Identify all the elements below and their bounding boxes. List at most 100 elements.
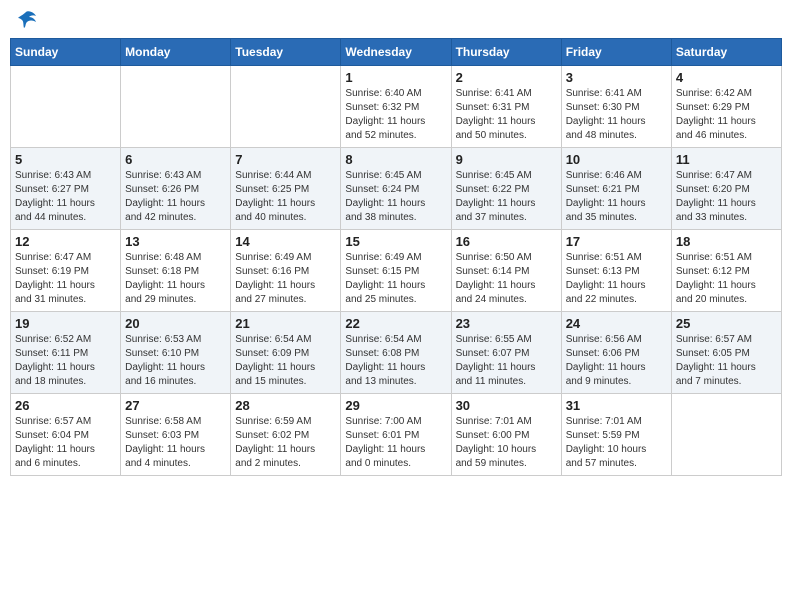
- day-info: Sunrise: 6:45 AM Sunset: 6:24 PM Dayligh…: [345, 169, 446, 225]
- weekday-header-row: SundayMondayTuesdayWednesdayThursdayFrid…: [11, 39, 782, 66]
- day-number: 20: [125, 316, 226, 331]
- day-cell: 15Sunrise: 6:49 AM Sunset: 6:15 PM Dayli…: [341, 230, 451, 312]
- day-cell: 1 Sunrise: 6:40 AM Sunset: 6:32 PM Daylig…: [341, 66, 451, 148]
- weekday-header-tuesday: Tuesday: [231, 39, 341, 66]
- day-info: Sunrise: 6:41 AM Sunset: 6:31 PM Dayligh…: [456, 87, 557, 143]
- day-info: Sunrise: 6:57 AM Sunset: 6:05 PM Dayligh…: [676, 333, 777, 389]
- day-number: 13: [125, 234, 226, 249]
- day-info: Sunrise: 6:49 AM Sunset: 6:16 PM Dayligh…: [235, 251, 336, 307]
- day-info: Sunrise: 6:50 AM Sunset: 6:14 PM Dayligh…: [456, 251, 557, 307]
- week-row-4: 19 Sunrise: 6:52 AM Sunset: 6:11 PM Dayli…: [11, 312, 782, 394]
- day-cell: 4Sunrise: 6:42 AM Sunset: 6:29 PM Daylig…: [671, 66, 781, 148]
- week-row-3: 12 Sunrise: 6:47 AM Sunset: 6:19 PM Dayli…: [11, 230, 782, 312]
- week-row-1: 1 Sunrise: 6:40 AM Sunset: 6:32 PM Daylig…: [11, 66, 782, 148]
- day-info: Sunrise: 6:45 AM Sunset: 6:22 PM Dayligh…: [456, 169, 557, 225]
- weekday-header-monday: Monday: [121, 39, 231, 66]
- day-number: 2: [456, 70, 557, 85]
- day-cell: [231, 66, 341, 148]
- header: [10, 10, 782, 30]
- day-number: 24: [566, 316, 667, 331]
- day-cell: 17 Sunrise: 6:51 AM Sunset: 6:13 PM Dayli…: [561, 230, 671, 312]
- day-number: 22: [345, 316, 446, 331]
- logo: [14, 10, 38, 30]
- day-cell: 23 Sunrise: 6:55 AM Sunset: 6:07 PM Dayli…: [451, 312, 561, 394]
- day-cell: 16 Sunrise: 6:50 AM Sunset: 6:14 PM Dayli…: [451, 230, 561, 312]
- day-number: 11: [676, 152, 777, 167]
- day-number: 23: [456, 316, 557, 331]
- day-number: 25: [676, 316, 777, 331]
- day-number: 1: [345, 70, 446, 85]
- day-cell: 5 Sunrise: 6:43 AM Sunset: 6:27 PM Daylig…: [11, 148, 121, 230]
- day-number: 6: [125, 152, 226, 167]
- logo-bird-icon: [16, 10, 38, 30]
- week-row-2: 5 Sunrise: 6:43 AM Sunset: 6:27 PM Daylig…: [11, 148, 782, 230]
- day-info: Sunrise: 7:01 AM Sunset: 5:59 PM Dayligh…: [566, 415, 667, 471]
- day-info: Sunrise: 6:51 AM Sunset: 6:13 PM Dayligh…: [566, 251, 667, 307]
- day-cell: 31 Sunrise: 7:01 AM Sunset: 5:59 PM Dayli…: [561, 394, 671, 476]
- day-cell: 20 Sunrise: 6:53 AM Sunset: 6:10 PM Dayli…: [121, 312, 231, 394]
- day-number: 12: [15, 234, 116, 249]
- day-info: Sunrise: 6:40 AM Sunset: 6:32 PM Dayligh…: [345, 87, 446, 143]
- day-info: Sunrise: 6:52 AM Sunset: 6:11 PM Dayligh…: [15, 333, 116, 389]
- day-info: Sunrise: 6:48 AM Sunset: 6:18 PM Dayligh…: [125, 251, 226, 307]
- day-number: 18: [676, 234, 777, 249]
- day-info: Sunrise: 6:47 AM Sunset: 6:19 PM Dayligh…: [15, 251, 116, 307]
- day-cell: 8Sunrise: 6:45 AM Sunset: 6:24 PM Daylig…: [341, 148, 451, 230]
- day-info: Sunrise: 6:44 AM Sunset: 6:25 PM Dayligh…: [235, 169, 336, 225]
- day-number: 7: [235, 152, 336, 167]
- day-cell: 30 Sunrise: 7:01 AM Sunset: 6:00 PM Dayli…: [451, 394, 561, 476]
- week-row-5: 26 Sunrise: 6:57 AM Sunset: 6:04 PM Dayli…: [11, 394, 782, 476]
- day-cell: 7 Sunrise: 6:44 AM Sunset: 6:25 PM Daylig…: [231, 148, 341, 230]
- day-cell: [121, 66, 231, 148]
- day-number: 15: [345, 234, 446, 249]
- day-number: 31: [566, 398, 667, 413]
- day-cell: 25 Sunrise: 6:57 AM Sunset: 6:05 PM Dayli…: [671, 312, 781, 394]
- day-number: 29: [345, 398, 446, 413]
- day-info: Sunrise: 6:43 AM Sunset: 6:26 PM Dayligh…: [125, 169, 226, 225]
- day-cell: 28Sunrise: 6:59 AM Sunset: 6:02 PM Dayli…: [231, 394, 341, 476]
- day-number: 21: [235, 316, 336, 331]
- day-cell: [11, 66, 121, 148]
- weekday-header-friday: Friday: [561, 39, 671, 66]
- day-cell: 11 Sunrise: 6:47 AM Sunset: 6:20 PM Dayli…: [671, 148, 781, 230]
- day-number: 9: [456, 152, 557, 167]
- day-number: 16: [456, 234, 557, 249]
- day-number: 10: [566, 152, 667, 167]
- day-cell: 27Sunrise: 6:58 AM Sunset: 6:03 PM Dayli…: [121, 394, 231, 476]
- day-cell: 18Sunrise: 6:51 AM Sunset: 6:12 PM Dayli…: [671, 230, 781, 312]
- day-info: Sunrise: 6:55 AM Sunset: 6:07 PM Dayligh…: [456, 333, 557, 389]
- day-number: 19: [15, 316, 116, 331]
- day-cell: 2 Sunrise: 6:41 AM Sunset: 6:31 PM Daylig…: [451, 66, 561, 148]
- day-cell: 6 Sunrise: 6:43 AM Sunset: 6:26 PM Daylig…: [121, 148, 231, 230]
- day-info: Sunrise: 6:57 AM Sunset: 6:04 PM Dayligh…: [15, 415, 116, 471]
- day-cell: 10 Sunrise: 6:46 AM Sunset: 6:21 PM Dayli…: [561, 148, 671, 230]
- weekday-header-sunday: Sunday: [11, 39, 121, 66]
- weekday-header-thursday: Thursday: [451, 39, 561, 66]
- day-info: Sunrise: 6:41 AM Sunset: 6:30 PM Dayligh…: [566, 87, 667, 143]
- calendar-table: SundayMondayTuesdayWednesdayThursdayFrid…: [10, 38, 782, 476]
- day-number: 30: [456, 398, 557, 413]
- day-info: Sunrise: 6:53 AM Sunset: 6:10 PM Dayligh…: [125, 333, 226, 389]
- day-cell: 14 Sunrise: 6:49 AM Sunset: 6:16 PM Dayli…: [231, 230, 341, 312]
- day-number: 26: [15, 398, 116, 413]
- day-number: 5: [15, 152, 116, 167]
- day-cell: 22Sunrise: 6:54 AM Sunset: 6:08 PM Dayli…: [341, 312, 451, 394]
- day-cell: 21Sunrise: 6:54 AM Sunset: 6:09 PM Dayli…: [231, 312, 341, 394]
- day-number: 17: [566, 234, 667, 249]
- day-number: 14: [235, 234, 336, 249]
- day-info: Sunrise: 6:42 AM Sunset: 6:29 PM Dayligh…: [676, 87, 777, 143]
- day-info: Sunrise: 6:47 AM Sunset: 6:20 PM Dayligh…: [676, 169, 777, 225]
- day-info: Sunrise: 7:01 AM Sunset: 6:00 PM Dayligh…: [456, 415, 557, 471]
- day-info: Sunrise: 6:56 AM Sunset: 6:06 PM Dayligh…: [566, 333, 667, 389]
- day-info: Sunrise: 7:00 AM Sunset: 6:01 PM Dayligh…: [345, 415, 446, 471]
- day-cell: 29 Sunrise: 7:00 AM Sunset: 6:01 PM Dayli…: [341, 394, 451, 476]
- day-number: 3: [566, 70, 667, 85]
- weekday-header-saturday: Saturday: [671, 39, 781, 66]
- day-cell: 3 Sunrise: 6:41 AM Sunset: 6:30 PM Daylig…: [561, 66, 671, 148]
- day-info: Sunrise: 6:43 AM Sunset: 6:27 PM Dayligh…: [15, 169, 116, 225]
- day-cell: 26 Sunrise: 6:57 AM Sunset: 6:04 PM Dayli…: [11, 394, 121, 476]
- day-info: Sunrise: 6:46 AM Sunset: 6:21 PM Dayligh…: [566, 169, 667, 225]
- weekday-header-wednesday: Wednesday: [341, 39, 451, 66]
- day-info: Sunrise: 6:58 AM Sunset: 6:03 PM Dayligh…: [125, 415, 226, 471]
- day-cell: 12 Sunrise: 6:47 AM Sunset: 6:19 PM Dayli…: [11, 230, 121, 312]
